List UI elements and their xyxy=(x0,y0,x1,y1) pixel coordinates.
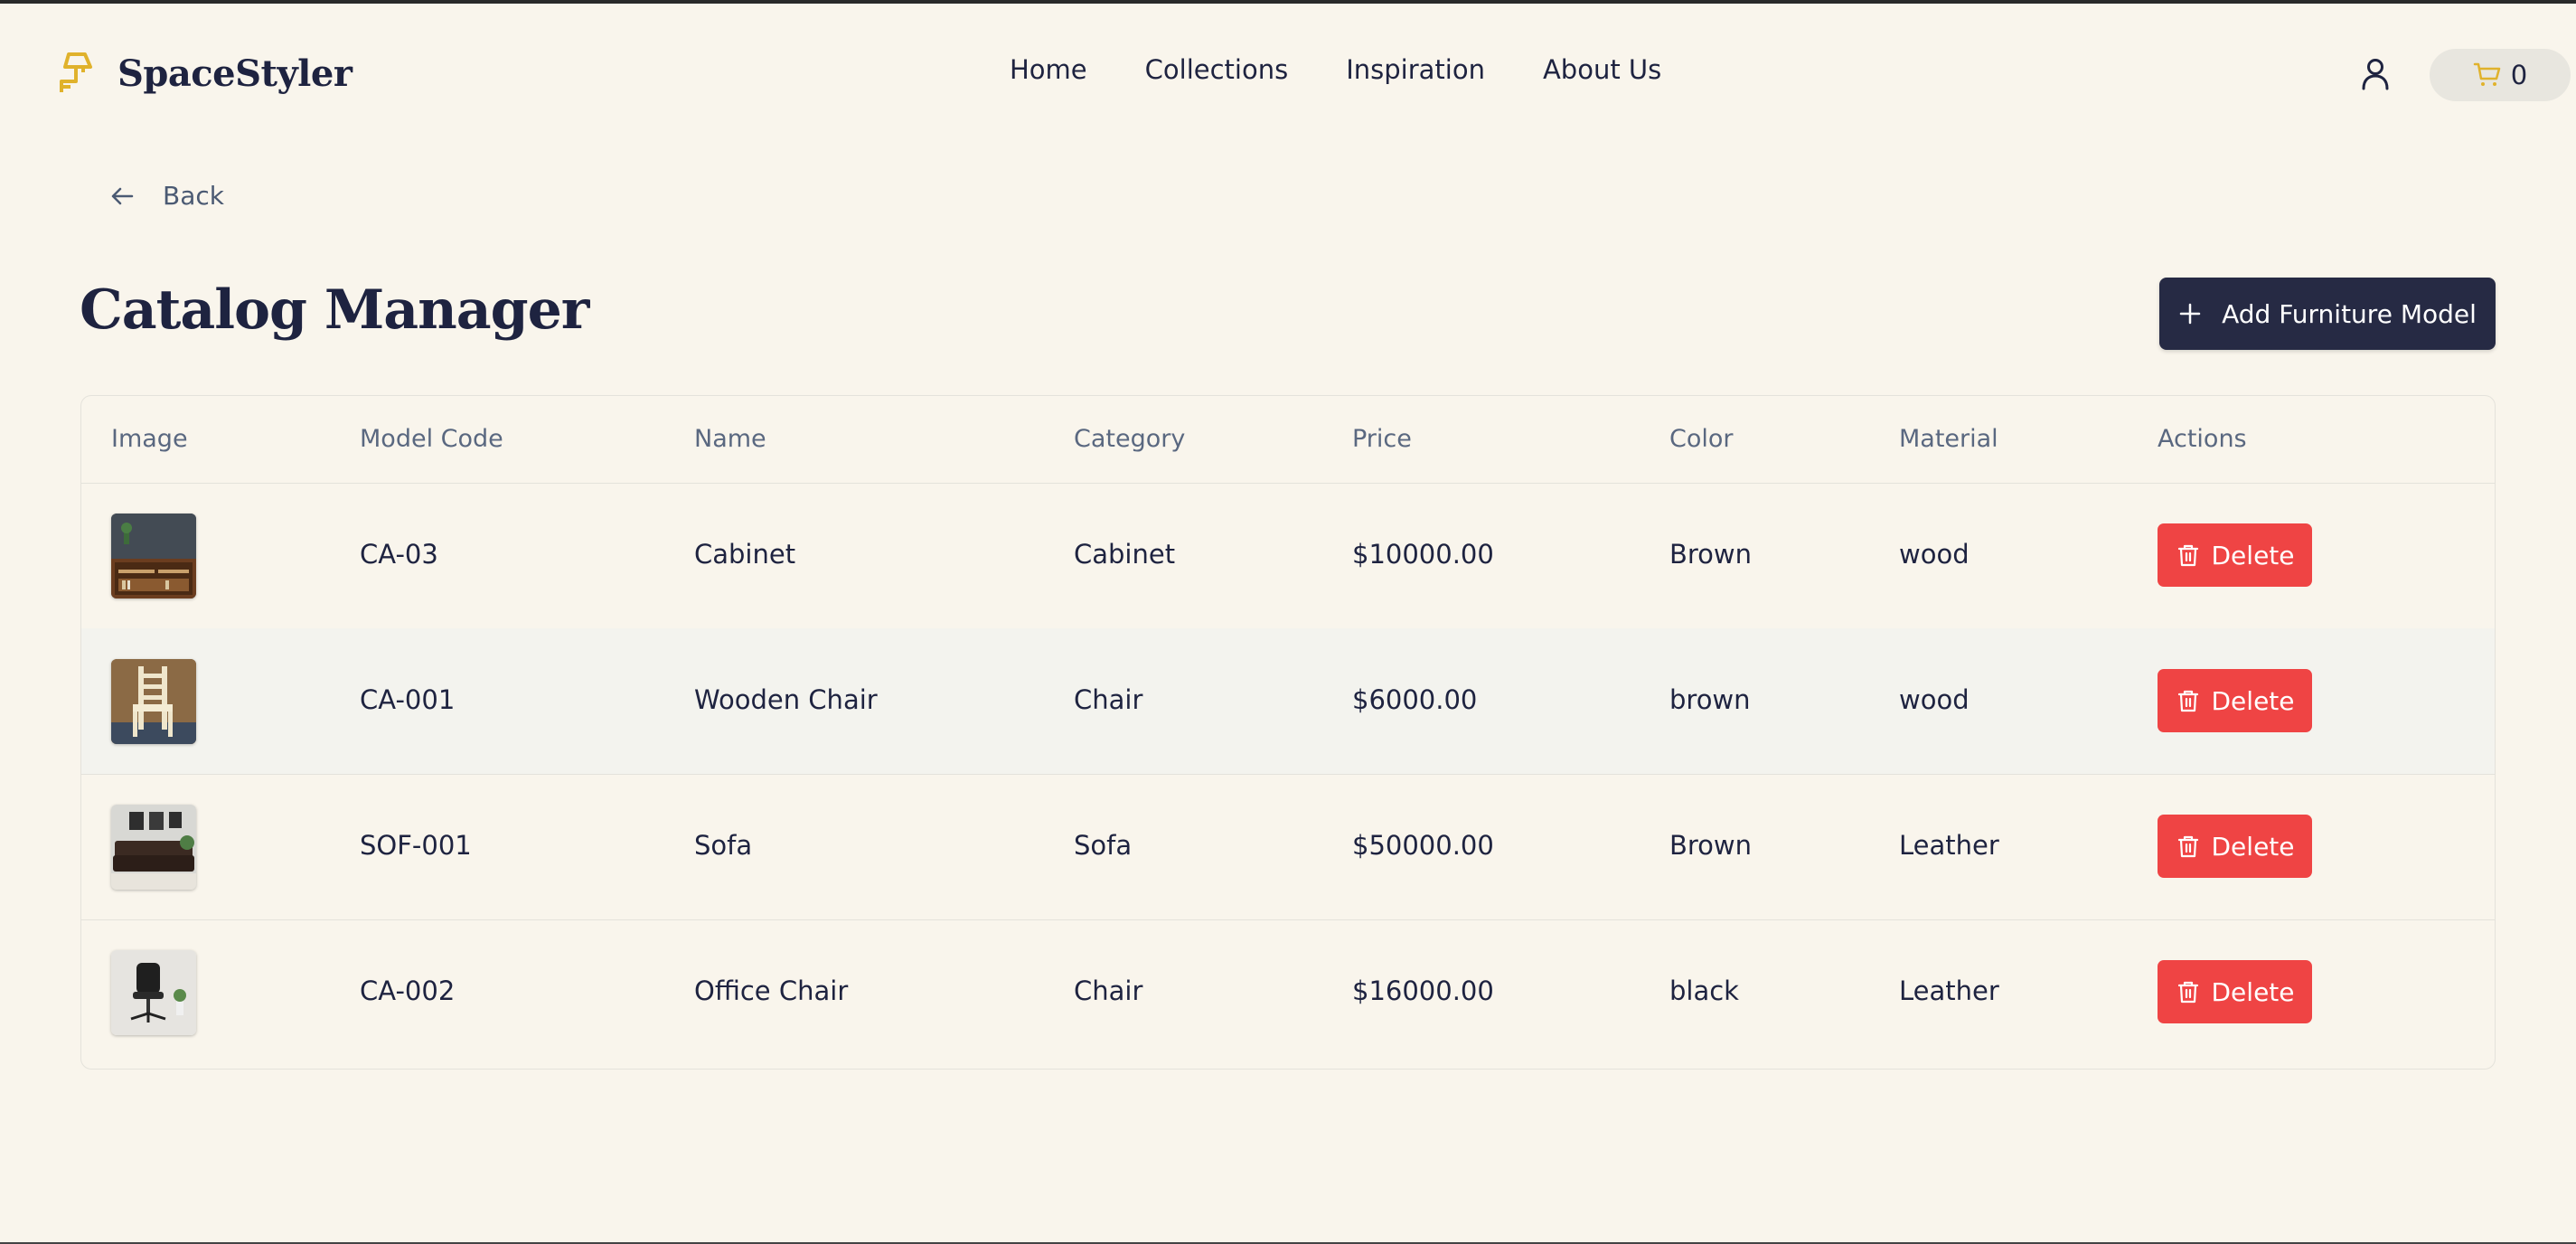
model-code-cell: CA-03 xyxy=(360,539,438,570)
main-nav: Home Collections Inspiration About Us xyxy=(1010,54,1661,85)
nav-collections[interactable]: Collections xyxy=(1145,54,1289,85)
category-cell: Chair xyxy=(1074,684,1143,715)
arrow-left-icon xyxy=(111,187,134,204)
table-row: SOF-001 Sofa Sofa $50000.00 Brown Leathe… xyxy=(81,774,2495,920)
catalog-table: Image Model Code Name Category Price Col… xyxy=(80,395,2496,1070)
price-cell: $50000.00 xyxy=(1352,830,1494,861)
add-button-label: Add Furniture Model xyxy=(2222,298,2477,329)
wooden-chair-thumbnail xyxy=(111,659,196,744)
table-row: CA-002 Office Chair Chair $16000.00 blac… xyxy=(81,919,2495,1065)
delete-label: Delete xyxy=(2211,685,2295,716)
trash-icon xyxy=(2177,981,2198,1004)
brand-logo[interactable]: SpaceStyler xyxy=(56,51,353,96)
nav-about-us[interactable]: About Us xyxy=(1543,54,1661,85)
delete-button[interactable]: Delete xyxy=(2158,669,2312,732)
column-header-material: Material xyxy=(1899,425,1998,453)
material-cell: Leather xyxy=(1899,975,1999,1006)
material-cell: wood xyxy=(1899,539,1970,570)
trash-icon xyxy=(2177,835,2198,858)
trash-icon xyxy=(2177,690,2198,712)
add-furniture-model-button[interactable]: Add Furniture Model xyxy=(2159,278,2496,350)
column-header-actions: Actions xyxy=(2158,425,2247,453)
material-cell: Leather xyxy=(1899,830,1999,861)
color-cell: brown xyxy=(1669,684,1751,715)
delete-label: Delete xyxy=(2211,831,2295,862)
name-cell: Cabinet xyxy=(694,539,796,570)
table-row: CA-03 Cabinet Cabinet $10000.00 Brown wo… xyxy=(81,483,2495,629)
trash-icon xyxy=(2177,544,2198,567)
back-link[interactable]: Back xyxy=(108,181,224,211)
table-header: Image Model Code Name Category Price Col… xyxy=(81,396,2495,484)
delete-button[interactable]: Delete xyxy=(2158,815,2312,878)
column-header-name: Name xyxy=(694,425,766,453)
delete-label: Delete xyxy=(2211,976,2295,1007)
price-cell: $10000.00 xyxy=(1352,539,1494,570)
name-cell: Wooden Chair xyxy=(694,684,878,715)
office-chair-thumbnail xyxy=(111,950,196,1035)
brand-name: SpaceStyler xyxy=(118,52,353,95)
name-cell: Sofa xyxy=(694,830,753,861)
shopping-cart-icon xyxy=(2473,62,2501,86)
sofa-thumbnail xyxy=(111,805,196,890)
delete-button[interactable]: Delete xyxy=(2158,523,2312,587)
column-header-color: Color xyxy=(1669,425,1734,453)
category-cell: Cabinet xyxy=(1074,539,1176,570)
column-header-category: Category xyxy=(1074,425,1186,453)
column-header-price: Price xyxy=(1352,425,1412,453)
category-cell: Chair xyxy=(1074,975,1143,1006)
name-cell: Office Chair xyxy=(694,975,849,1006)
plus-icon xyxy=(2179,303,2201,325)
page-title: Catalog Manager xyxy=(80,278,589,342)
color-cell: Brown xyxy=(1669,539,1753,570)
cabinet-thumbnail xyxy=(111,514,196,598)
delete-label: Delete xyxy=(2211,540,2295,570)
color-cell: black xyxy=(1669,975,1739,1006)
nav-home[interactable]: Home xyxy=(1010,54,1087,85)
material-cell: wood xyxy=(1899,684,1970,715)
column-header-model-code: Model Code xyxy=(360,425,503,453)
category-cell: Sofa xyxy=(1074,830,1133,861)
cart-count: 0 xyxy=(2510,60,2528,90)
user-account-icon[interactable] xyxy=(2357,56,2393,92)
cart-button[interactable]: 0 xyxy=(2430,49,2571,101)
table-row: CA-001 Wooden Chair Chair $6000.00 brown… xyxy=(81,628,2495,775)
site-header: SpaceStyler Home Collections Inspiration… xyxy=(0,4,2576,139)
nav-inspiration[interactable]: Inspiration xyxy=(1346,54,1485,85)
model-code-cell: SOF-001 xyxy=(360,830,472,861)
model-code-cell: CA-002 xyxy=(360,975,456,1006)
price-cell: $6000.00 xyxy=(1352,684,1478,715)
column-header-image: Image xyxy=(111,425,188,453)
color-cell: Brown xyxy=(1669,830,1753,861)
delete-button[interactable]: Delete xyxy=(2158,960,2312,1023)
back-label: Back xyxy=(163,181,224,211)
price-cell: $16000.00 xyxy=(1352,975,1494,1006)
lamp-logo-icon xyxy=(60,52,92,92)
model-code-cell: CA-001 xyxy=(360,684,456,715)
